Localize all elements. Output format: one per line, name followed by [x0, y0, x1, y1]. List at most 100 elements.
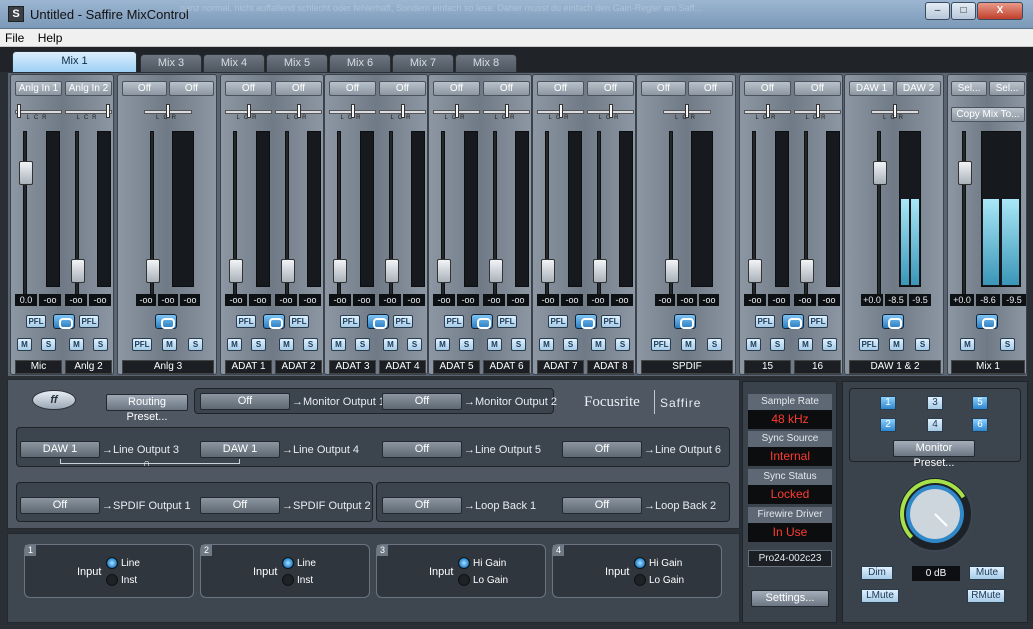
- pan-control[interactable]: LCR: [433, 103, 480, 121]
- close-button[interactable]: X: [977, 2, 1023, 20]
- stereo-link-icon[interactable]: [263, 314, 285, 329]
- source-select-left[interactable]: DAW 1: [849, 81, 894, 96]
- stereo-link-icon[interactable]: [976, 314, 998, 329]
- solo-button[interactable]: S: [563, 338, 578, 351]
- source-select[interactable]: Off: [329, 81, 376, 96]
- mute-button[interactable]: M: [435, 338, 450, 351]
- source-select-1[interactable]: Anlg In 1: [15, 81, 62, 96]
- loopback-1-select[interactable]: Off: [382, 497, 462, 514]
- pfl-button[interactable]: PFL: [808, 315, 828, 328]
- fader-16[interactable]: [800, 131, 814, 295]
- stereo-link-icon[interactable]: [674, 314, 696, 329]
- fader-adat8[interactable]: [593, 131, 607, 295]
- pfl-button[interactable]: PFL: [548, 315, 568, 328]
- source-select-right[interactable]: DAW 2: [896, 81, 941, 96]
- fader-adat1[interactable]: [229, 131, 243, 295]
- loopback-2-select[interactable]: Off: [562, 497, 642, 514]
- tab-mix-5[interactable]: Mix 5: [266, 54, 328, 72]
- pan-control[interactable]: LCR: [225, 103, 272, 121]
- line-output-3-select[interactable]: DAW 1: [20, 441, 100, 458]
- pfl-button[interactable]: PFL: [236, 315, 256, 328]
- mute-button[interactable]: M: [279, 338, 294, 351]
- solo-button[interactable]: S: [188, 338, 203, 351]
- pfl-button[interactable]: PFL: [497, 315, 517, 328]
- pfl-button[interactable]: PFL: [26, 315, 46, 328]
- solo-button[interactable]: S: [707, 338, 722, 351]
- source-select[interactable]: Off: [433, 81, 480, 96]
- source-select[interactable]: Off: [794, 81, 841, 96]
- mute-button[interactable]: Mute: [969, 566, 1005, 580]
- mute-button[interactable]: M: [539, 338, 554, 351]
- tab-mix-3[interactable]: Mix 3: [140, 54, 202, 72]
- source-select-left[interactable]: Off: [122, 81, 167, 96]
- tab-mix-1[interactable]: Mix 1: [12, 51, 137, 72]
- solo-button[interactable]: S: [822, 338, 837, 351]
- solo-button[interactable]: S: [303, 338, 318, 351]
- stereo-link-icon[interactable]: [367, 314, 389, 329]
- stereo-link-icon[interactable]: [882, 314, 904, 329]
- pfl-button[interactable]: PFL: [132, 338, 152, 351]
- output-button-4[interactable]: 4: [927, 418, 943, 432]
- pfl-button[interactable]: PFL: [859, 338, 879, 351]
- solo-button[interactable]: S: [915, 338, 930, 351]
- source-select-left[interactable]: Off: [641, 81, 686, 96]
- minimize-button[interactable]: –: [925, 2, 950, 20]
- mute-button[interactable]: M: [487, 338, 502, 351]
- sample-rate-select[interactable]: 48 kHz: [748, 410, 832, 429]
- pan-control[interactable]: LCR: [871, 103, 919, 121]
- fader-adat2[interactable]: [281, 131, 295, 295]
- pfl-button[interactable]: PFL: [79, 315, 99, 328]
- output-button-5[interactable]: 5: [972, 396, 988, 410]
- output-button-6[interactable]: 6: [972, 418, 988, 432]
- mute-button[interactable]: M: [227, 338, 242, 351]
- pan-control[interactable]: LCR: [744, 103, 791, 121]
- pan-control[interactable]: LCR: [379, 103, 426, 121]
- fader-anlg3[interactable]: [146, 131, 160, 295]
- fader-adat6[interactable]: [489, 131, 503, 295]
- fader-anlg2[interactable]: [71, 131, 85, 295]
- stereo-link-icon[interactable]: [155, 314, 177, 329]
- stereo-link-icon[interactable]: [575, 314, 597, 329]
- tab-mix-6[interactable]: Mix 6: [329, 54, 391, 72]
- fader-daw[interactable]: [873, 131, 887, 295]
- mute-button[interactable]: M: [960, 338, 975, 351]
- line-radio[interactable]: [106, 557, 118, 569]
- mute-button[interactable]: M: [681, 338, 696, 351]
- select-left[interactable]: Sel...: [951, 81, 987, 96]
- source-select[interactable]: Off: [744, 81, 791, 96]
- pan-control[interactable]: LCR: [663, 103, 711, 121]
- source-select[interactable]: Off: [587, 81, 634, 96]
- mute-button[interactable]: M: [383, 338, 398, 351]
- select-right[interactable]: Sel...: [989, 81, 1025, 96]
- dim-button[interactable]: Dim: [861, 566, 893, 580]
- menu-help[interactable]: Help: [33, 29, 68, 47]
- tab-mix-8[interactable]: Mix 8: [455, 54, 517, 72]
- tab-mix-4[interactable]: Mix 4: [203, 54, 265, 72]
- solo-button[interactable]: S: [251, 338, 266, 351]
- pfl-button[interactable]: PFL: [755, 315, 775, 328]
- solo-button[interactable]: S: [770, 338, 785, 351]
- source-select-right[interactable]: Off: [169, 81, 214, 96]
- spdif-output-2-select[interactable]: Off: [200, 497, 280, 514]
- mute-button[interactable]: M: [331, 338, 346, 351]
- output-button-3[interactable]: 3: [927, 396, 943, 410]
- mute-button[interactable]: M: [889, 338, 904, 351]
- lo-gain-radio[interactable]: [458, 574, 470, 586]
- fader-adat5[interactable]: [437, 131, 451, 295]
- fader-spdif[interactable]: [665, 131, 679, 295]
- pan-control[interactable]: LCR: [794, 103, 841, 121]
- menu-file[interactable]: File: [0, 29, 29, 47]
- solo-button[interactable]: S: [615, 338, 630, 351]
- tab-mix-7[interactable]: Mix 7: [392, 54, 454, 72]
- copy-mix-button[interactable]: Copy Mix To...: [951, 107, 1025, 122]
- fader-master[interactable]: [958, 131, 972, 295]
- pan-control[interactable]: LCR: [144, 103, 192, 121]
- mute-button[interactable]: M: [798, 338, 813, 351]
- pan-control[interactable]: LCR: [275, 103, 322, 121]
- solo-button[interactable]: S: [41, 338, 56, 351]
- output-button-1[interactable]: 1: [880, 396, 896, 410]
- source-select[interactable]: Off: [483, 81, 530, 96]
- pan-control[interactable]: LCR: [483, 103, 530, 121]
- monitor-output-2-select[interactable]: Off: [382, 393, 462, 410]
- sync-source-select[interactable]: Internal: [748, 447, 832, 466]
